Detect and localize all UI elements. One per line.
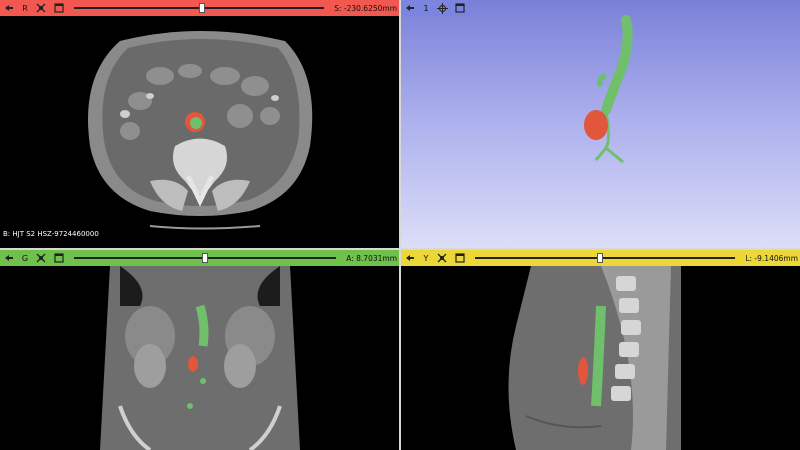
slice-offset-slider[interactable] bbox=[74, 253, 337, 263]
red-view-toolbar: R S: -230.6250mm bbox=[0, 0, 399, 16]
slice-offset-label: A: 8.7031mm bbox=[346, 253, 397, 263]
window-icon[interactable] bbox=[453, 251, 467, 265]
pin-icon[interactable] bbox=[2, 1, 16, 15]
red-slice-view[interactable]: R S: -230.6250mm B: HJT S2 HSZ-972446000… bbox=[0, 0, 399, 248]
slice-offset-slider[interactable] bbox=[475, 253, 736, 263]
green-view-toolbar: G A: 8.7031mm bbox=[0, 250, 399, 266]
view-label: R bbox=[22, 3, 28, 13]
patient-id-label: B: HJT S2 HSZ-9724460000 bbox=[3, 230, 99, 238]
green-slice-view[interactable]: G A: 8.7031mm bbox=[0, 250, 399, 450]
view-label: Y bbox=[423, 253, 429, 263]
axial-ct-image bbox=[0, 16, 399, 248]
3d-view[interactable]: 1 bbox=[401, 0, 800, 248]
pin-icon[interactable] bbox=[403, 1, 417, 15]
view-separator-horizontal[interactable] bbox=[0, 248, 800, 250]
view-separator-vertical[interactable] bbox=[399, 0, 401, 450]
slider-thumb[interactable] bbox=[202, 253, 209, 263]
window-icon[interactable] bbox=[52, 251, 66, 265]
view-label: G bbox=[21, 253, 29, 263]
slider-thumb[interactable] bbox=[198, 3, 205, 13]
3d-view-toolbar: 1 bbox=[401, 0, 469, 16]
coronal-ct-image bbox=[0, 266, 399, 450]
slice-offset-label: S: -230.6250mm bbox=[334, 3, 397, 13]
window-icon[interactable] bbox=[52, 1, 66, 15]
yellow-view-toolbar: Y L: -9.1406mm bbox=[401, 250, 800, 266]
sagittal-ct-image bbox=[401, 266, 800, 450]
3d-render bbox=[584, 15, 633, 164]
slice-offset-slider[interactable] bbox=[74, 3, 325, 13]
slice-offset-label: L: -9.1406mm bbox=[745, 253, 798, 263]
crosshair-icon[interactable] bbox=[435, 1, 449, 15]
yellow-slice-view[interactable]: Y L: -9.1406mm bbox=[401, 250, 800, 450]
link-icon[interactable] bbox=[435, 251, 449, 265]
view-label: 1 bbox=[423, 3, 429, 13]
link-icon[interactable] bbox=[34, 251, 48, 265]
slider-thumb[interactable] bbox=[596, 253, 603, 263]
pin-icon[interactable] bbox=[2, 251, 16, 265]
window-icon[interactable] bbox=[453, 1, 467, 15]
link-icon[interactable] bbox=[34, 1, 48, 15]
pin-icon[interactable] bbox=[403, 251, 417, 265]
